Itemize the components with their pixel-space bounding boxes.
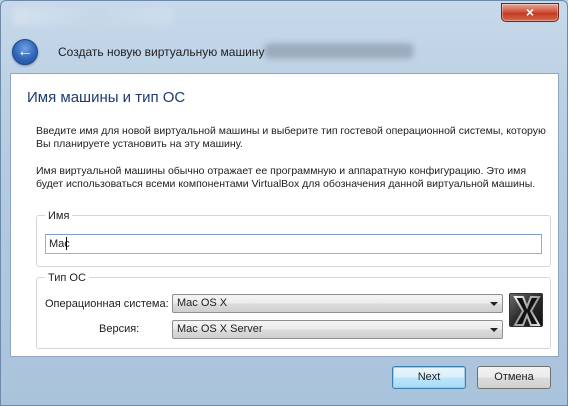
back-button[interactable]: ← [12, 39, 38, 65]
version-select-value: Mac OS X Server [177, 323, 263, 335]
os-select-value: Mac OS X [177, 297, 228, 309]
close-icon: × [525, 4, 535, 20]
close-button[interactable]: × [501, 3, 559, 22]
description-paragraph-1: Введите имя для новой виртуальной машины… [36, 125, 546, 150]
wizard-title: Создать новую виртуальную машину [58, 45, 265, 59]
blurred-title-suffix [264, 43, 414, 59]
text-caret [66, 237, 67, 250]
chevron-down-icon [490, 302, 498, 306]
os-type-group-legend: Тип ОС [45, 272, 89, 284]
wizard-window: × ← Создать новую виртуальную машину Имя… [0, 0, 568, 406]
back-arrow-icon: ← [17, 43, 33, 60]
mac-os-x-logo-icon [509, 293, 543, 327]
cancel-button[interactable]: Отмена [477, 366, 551, 389]
chevron-down-icon [490, 328, 498, 332]
blurred-titlebar-menu [13, 7, 173, 25]
name-group-legend: Имя [45, 210, 73, 222]
next-button[interactable]: Next [392, 366, 466, 389]
vm-name-input[interactable] [45, 234, 542, 254]
version-label: Версия: [99, 323, 140, 335]
os-select[interactable]: Mac OS X [172, 294, 503, 313]
page-title: Имя машины и тип ОС [27, 89, 186, 106]
os-label: Операционная система: [45, 298, 169, 310]
description-paragraph-2: Имя виртуальной машины обычно отражает е… [36, 165, 536, 190]
version-select[interactable]: Mac OS X Server [172, 320, 503, 339]
wizard-header: ← Создать новую виртуальную машину [2, 33, 567, 73]
